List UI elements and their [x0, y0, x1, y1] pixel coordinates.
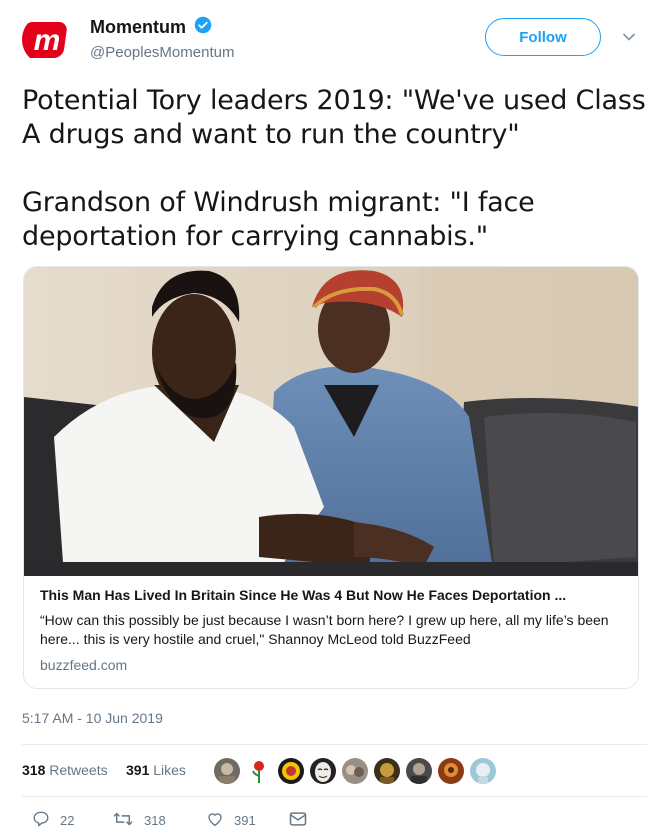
likes-stat[interactable]: 391 Likes — [126, 762, 186, 778]
link-card[interactable]: This Man Has Lived In Britain Since He W… — [23, 266, 639, 689]
svg-text:m: m — [34, 24, 61, 57]
tweet-header: m Momentum @PeoplesMomentum Follow — [22, 14, 648, 70]
liker-avatar[interactable] — [342, 758, 368, 784]
envelope-icon — [288, 810, 318, 831]
card-domain: buzzfeed.com — [40, 657, 128, 673]
momentum-logo-icon: m — [22, 22, 67, 58]
liker-avatar[interactable] — [470, 758, 496, 784]
divider — [22, 796, 647, 797]
liker-avatar[interactable] — [310, 758, 336, 784]
retweets-stat[interactable]: 318 Retweets — [22, 762, 108, 778]
reply-icon — [32, 810, 60, 831]
card-title[interactable]: This Man Has Lived In Britain Since He W… — [40, 587, 628, 603]
card-body: This Man Has Lived In Britain Since He W… — [40, 587, 628, 673]
card-photo — [24, 267, 638, 576]
retweet-icon — [112, 810, 144, 831]
retweets-label: Retweets — [49, 762, 108, 778]
like-button[interactable]: 391 — [206, 810, 256, 831]
likes-count: 391 — [126, 762, 150, 778]
tweet-actions: 22 318 391 — [22, 806, 647, 834]
tweet-paragraph: Potential Tory leaders 2019: "We've used… — [22, 85, 646, 150]
reply-count: 22 — [60, 813, 75, 828]
reply-button[interactable]: 22 — [32, 810, 74, 831]
heart-icon — [206, 810, 234, 831]
follow-button[interactable]: Follow — [485, 18, 601, 56]
liker-avatar[interactable] — [246, 758, 272, 784]
liker-avatar[interactable] — [438, 758, 464, 784]
liker-avatar[interactable] — [278, 758, 304, 784]
liker-avatars — [214, 754, 514, 788]
name-block: Momentum @PeoplesMomentum — [90, 16, 234, 61]
card-description: “How can this possibly be just because I… — [40, 612, 609, 647]
display-name[interactable]: Momentum — [90, 17, 186, 38]
tweet-text: Potential Tory leaders 2019: "We've used… — [22, 84, 647, 254]
liker-avatar[interactable] — [214, 758, 240, 784]
tweet-stats: 318 Retweets 391 Likes — [22, 746, 647, 796]
chevron-down-icon[interactable] — [620, 28, 638, 46]
verified-badge-icon — [194, 16, 212, 39]
retweets-count: 318 — [22, 762, 46, 778]
liker-avatar[interactable] — [406, 758, 432, 784]
likes-label: Likes — [153, 762, 186, 778]
tweet-timestamp[interactable]: 5:17 AM - 10 Jun 2019 — [22, 710, 163, 726]
account-handle[interactable]: @PeoplesMomentum — [90, 44, 234, 61]
like-count: 391 — [234, 813, 256, 828]
retweet-count: 318 — [144, 813, 166, 828]
retweet-button[interactable]: 318 — [112, 810, 166, 831]
divider — [22, 744, 647, 745]
liker-avatar[interactable] — [374, 758, 400, 784]
direct-message-button[interactable] — [288, 810, 318, 831]
tweet-paragraph: Grandson of Windrush migrant: "I face de… — [22, 187, 535, 252]
avatar[interactable]: m — [22, 14, 73, 65]
